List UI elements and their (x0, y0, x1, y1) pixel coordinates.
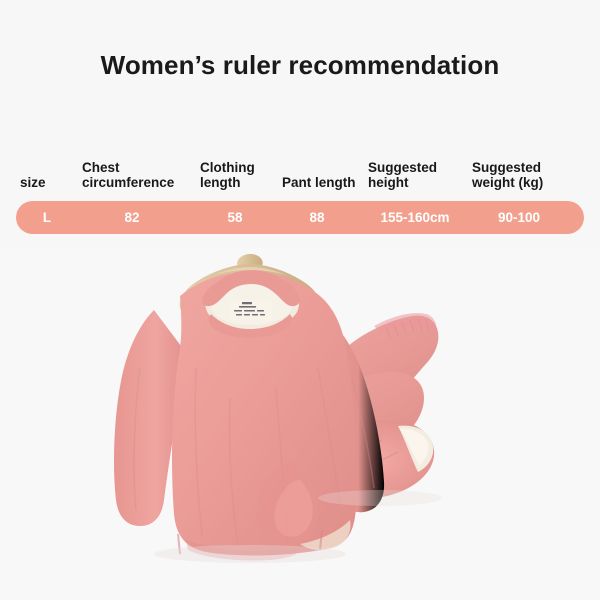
column-header-pant-length: Pant length (278, 175, 364, 190)
care-label-icon (230, 300, 272, 320)
size-chart-table: size Chest circumference Clothing length… (16, 144, 584, 234)
column-header-suggested-weight: Suggested weight (kg) (468, 160, 584, 190)
column-header-suggested-height: Suggested height (364, 160, 468, 190)
cell-size: L (42, 210, 52, 225)
size-chart-header-row: size Chest circumference Clothing length… (16, 144, 584, 194)
cell-chest: 82 (124, 210, 140, 225)
column-header-height-line1: Suggested (368, 160, 438, 175)
column-header-size-line1: size (20, 175, 46, 190)
column-header-pant-line1: Pant length (282, 175, 356, 190)
column-header-chest-line1: Chest (82, 160, 120, 175)
column-header-clothing-line2: length (200, 175, 241, 190)
column-header-clothing-line1: Clothing (200, 160, 255, 175)
column-header-chest-line2: circumference (82, 175, 175, 190)
column-header-size: size (16, 175, 78, 190)
cell-pant-length: 88 (309, 210, 325, 225)
product-photo (0, 248, 600, 600)
table-row: L 82 58 88 155-160cm 90-100 (16, 201, 584, 234)
column-header-clothing-length: Clothing length (196, 160, 278, 190)
page-title: Women’s ruler recommendation (100, 50, 500, 80)
column-header-chest-circumference: Chest circumference (78, 160, 196, 190)
column-header-weight-line2: weight (kg) (472, 175, 544, 190)
column-header-weight-line1: Suggested (472, 160, 542, 175)
page-root: Women’s ruler recommendation size Chest … (0, 0, 600, 600)
cell-clothing-length: 58 (227, 210, 243, 225)
cell-suggested-height: 155-160cm (380, 210, 450, 225)
column-header-height-line2: height (368, 175, 409, 190)
cell-suggested-weight: 90-100 (497, 210, 541, 225)
